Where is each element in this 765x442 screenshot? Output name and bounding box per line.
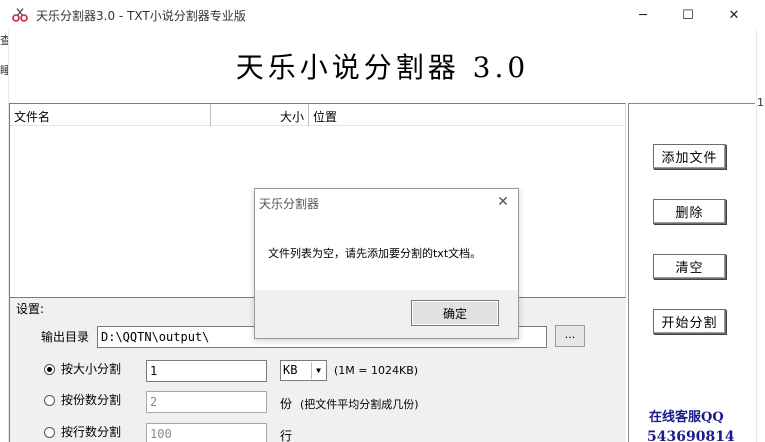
split-size-input[interactable]: 1 — [146, 360, 267, 382]
parts-unit-label: 份 — [280, 397, 293, 411]
clear-button[interactable]: 清空 — [653, 254, 726, 279]
dialog-ok-button[interactable]: 确定 — [411, 300, 499, 326]
split-by-size-label: 按大小分割 — [61, 362, 122, 376]
lines-unit-label: 行 — [280, 429, 293, 442]
split-by-lines-radio[interactable] — [44, 427, 55, 438]
start-split-button[interactable]: 开始分割 — [653, 309, 726, 334]
size-unit-select[interactable]: KB ▼ — [280, 360, 327, 381]
support-qq-label: 在线客服QQ — [649, 410, 724, 425]
split-parts-input[interactable]: 2 — [146, 391, 267, 413]
dialog-message: 文件列表为空，请先添加要分割的txt文档。 — [268, 247, 482, 260]
window-titlebar: 天乐分割器3.0 - TXT小说分割器专业版 ─ ☐ ✕ — [0, 0, 765, 30]
support-qq-number[interactable]: 543690814 — [647, 429, 735, 442]
parts-note: (把文件平均分割成几份) — [300, 398, 419, 411]
maximize-button[interactable]: ☐ — [666, 0, 710, 30]
split-by-parts-radio[interactable] — [44, 395, 55, 406]
delete-button[interactable]: 删除 — [653, 199, 726, 224]
column-header-filename[interactable]: 文件名 — [10, 104, 211, 126]
close-button[interactable]: ✕ — [712, 0, 756, 30]
banner-title: 天乐小说分割器 3.0 — [235, 51, 530, 84]
scissors-icon — [12, 8, 28, 22]
size-note: (1M = 1024KB) — [334, 364, 419, 377]
minimize-button[interactable]: ─ — [621, 0, 665, 30]
size-unit-value: KB — [283, 363, 298, 377]
chevron-down-icon: ▼ — [311, 362, 325, 379]
add-file-button[interactable]: 添加文件 — [653, 144, 726, 169]
file-list-header: 文件名 大小 位置 — [10, 104, 625, 126]
split-by-size-radio[interactable] — [44, 364, 55, 375]
background-window-fragment: 18 — [757, 96, 765, 109]
browse-button[interactable]: ... — [555, 325, 585, 347]
dialog-titlebar: 天乐分割器 ✕ — [255, 189, 518, 216]
split-by-parts-label: 按份数分割 — [61, 393, 122, 407]
split-lines-input[interactable]: 100 — [146, 423, 267, 442]
message-dialog: 天乐分割器 ✕ 文件列表为空，请先添加要分割的txt文档。 确定 — [254, 188, 519, 339]
split-by-lines-label: 按行数分割 — [61, 425, 122, 439]
column-header-location[interactable]: 位置 — [309, 104, 625, 126]
action-panel: 添加文件 删除 清空 开始分割 在线客服QQ 543690814 — [628, 103, 755, 442]
dialog-close-button[interactable]: ✕ — [492, 192, 514, 212]
window-title: 天乐分割器3.0 - TXT小说分割器专业版 — [36, 9, 246, 23]
output-dir-label: 输出目录 — [41, 330, 90, 344]
dialog-title: 天乐分割器 — [259, 197, 320, 211]
dialog-body: 文件列表为空，请先添加要分割的txt文档。 — [255, 216, 518, 290]
settings-group-label: 设置: — [16, 302, 45, 316]
column-header-size[interactable]: 大小 — [211, 104, 309, 126]
app-banner: 天乐小说分割器 3.0 — [8, 30, 757, 100]
